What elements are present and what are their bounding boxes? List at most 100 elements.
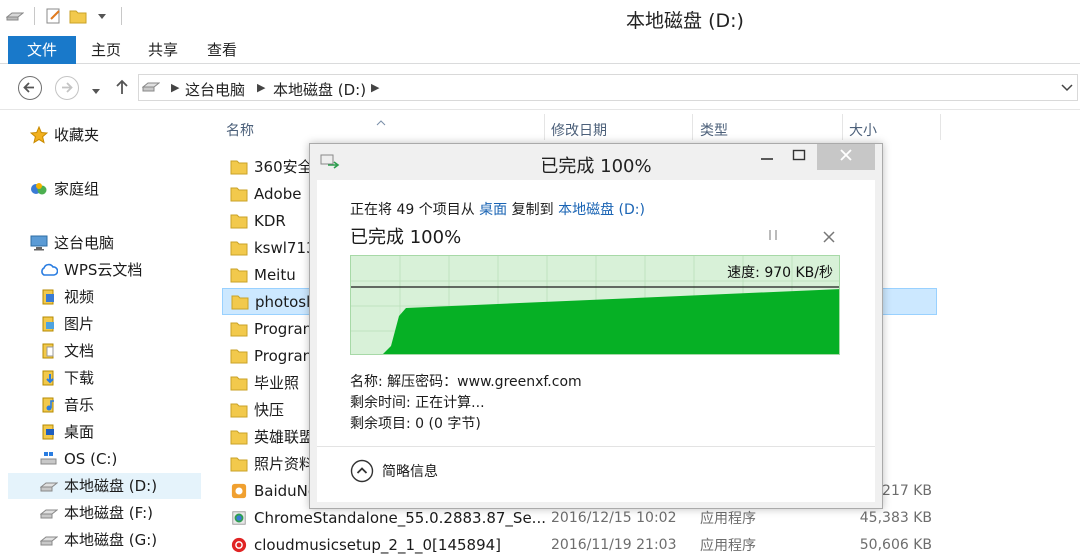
sidebar-item-drive-c[interactable]: OS (C:) <box>40 446 117 472</box>
sidebar-item-label: 下载 <box>64 369 95 387</box>
folder-icon <box>230 322 248 336</box>
tab-home[interactable]: 主页 <box>91 36 121 64</box>
ribbon-tabs: 文件 主页 共享 查看 <box>0 36 1080 64</box>
minimize-button[interactable] <box>756 144 778 170</box>
dialog-body: 正在将 49 个项目从 桌面 复制到 本地磁盘 (D:) 已完成 100% 速度… <box>317 180 875 446</box>
sidebar-item-drive-d[interactable]: 本地磁盘 (D:) <box>8 473 201 499</box>
column-header-size[interactable]: 大小 <box>849 120 877 140</box>
back-button[interactable] <box>18 76 42 100</box>
file-name: cloudmusicsetup_2_1_0[145894] <box>254 535 502 554</box>
navigation-bar: ▶ 这台电脑 ▶ 本地磁盘 (D:) ▶ <box>0 64 1080 110</box>
folder-icon <box>230 187 248 201</box>
sidebar-item-desktop[interactable]: 桌面 <box>40 419 94 445</box>
file-name: BaiduNe <box>254 481 318 500</box>
column-divider[interactable] <box>544 114 545 140</box>
column-header-name[interactable]: 名称 <box>226 120 254 140</box>
sidebar-item-homegroup[interactable]: 家庭组 <box>30 176 99 202</box>
drive-icon <box>39 477 59 495</box>
sidebar-item-label: 家庭组 <box>54 180 100 198</box>
less-info-label: 简略信息 <box>382 464 438 480</box>
file-name: KDR <box>254 211 286 230</box>
column-header-date[interactable]: 修改日期 <box>551 120 607 140</box>
close-icon <box>840 149 852 161</box>
source-link[interactable]: 桌面 <box>479 202 507 218</box>
file-name: 照片资料 <box>254 455 315 473</box>
windows-drive-icon <box>40 450 58 468</box>
speed-label: 速度: 970 KB/秒 <box>727 265 833 281</box>
minimize-icon <box>761 158 773 160</box>
destination-link[interactable]: 本地磁盘 (D:) <box>558 202 645 218</box>
window-title: 本地磁盘 (D:) <box>626 10 744 32</box>
file-row[interactable]: cloudmusicsetup_2_1_0[145894] 2016/11/19… <box>222 531 942 558</box>
maximize-button[interactable] <box>788 144 810 170</box>
folder-icon <box>230 214 248 228</box>
breadcrumb-drive-d[interactable]: 本地磁盘 (D:) <box>273 79 366 100</box>
column-header-type[interactable]: 类型 <box>700 120 728 140</box>
tab-file[interactable]: 文件 <box>8 36 76 64</box>
forward-arrow-icon <box>62 82 73 93</box>
column-divider[interactable] <box>842 114 843 140</box>
sidebar-item-music[interactable]: 音乐 <box>40 392 94 418</box>
navigation-pane: 收藏夹 家庭组 这台电脑 WPS云文档 视频 图片 文档 下载 音乐 桌面 OS… <box>0 110 210 560</box>
file-name: 英雄联盟 <box>254 428 315 446</box>
copy-progress-dialog: 已完成 100% 正在将 49 个项目从 桌面 复制到 本地磁盘 (D:) 已完… <box>309 143 883 509</box>
sidebar-item-label: 音乐 <box>64 396 95 414</box>
sidebar-item-label: 这台电脑 <box>54 234 115 252</box>
cancel-copy-button[interactable] <box>823 229 835 247</box>
pause-icon <box>769 230 777 240</box>
chevron-down-icon[interactable] <box>1061 78 1073 100</box>
folder-icon <box>230 403 248 417</box>
sidebar-item-label: 收藏夹 <box>54 126 100 144</box>
homegroup-icon <box>30 180 48 198</box>
sidebar-item-pictures[interactable]: 图片 <box>40 311 94 337</box>
sidebar-item-downloads[interactable]: 下载 <box>40 365 94 391</box>
time-remaining: 剩余时间: 正在计算... <box>350 395 485 411</box>
forward-button[interactable] <box>55 76 79 100</box>
chevron-right-icon[interactable]: ▶ <box>371 81 379 94</box>
sidebar-item-this-pc[interactable]: 这台电脑 <box>30 230 114 256</box>
sidebar-item-label: 本地磁盘 (G:) <box>64 531 158 549</box>
file-date: 2016/12/15 10:02 <box>551 509 677 526</box>
sidebar-item-videos[interactable]: 视频 <box>40 284 94 310</box>
chevron-right-icon[interactable]: ▶ <box>171 81 179 94</box>
sidebar-item-label: WPS云文档 <box>64 261 143 279</box>
close-icon <box>823 231 835 243</box>
file-name: photosl <box>255 292 311 311</box>
file-name: 快压 <box>254 401 285 419</box>
folder-icon <box>230 457 248 471</box>
library-videos-icon <box>40 288 58 306</box>
file-date: 2016/11/19 21:03 <box>551 536 677 553</box>
less-info-button[interactable]: 简略信息 <box>350 459 438 483</box>
address-bar[interactable]: ▶ 这台电脑 ▶ 本地磁盘 (D:) ▶ <box>138 74 1078 101</box>
file-type: 应用程序 <box>700 537 756 554</box>
folder-icon <box>230 430 248 444</box>
sidebar-item-wps-cloud[interactable]: WPS云文档 <box>40 257 142 283</box>
back-arrow-icon <box>23 82 34 93</box>
sidebar-item-documents[interactable]: 文档 <box>40 338 94 364</box>
folder-icon <box>230 268 248 282</box>
items-remaining: 剩余项目: 0 (0 字节) <box>350 416 481 432</box>
up-icon[interactable] <box>114 78 130 100</box>
column-divider[interactable] <box>940 114 941 140</box>
recent-locations-icon[interactable] <box>90 82 102 100</box>
folder-icon <box>231 295 249 309</box>
close-button[interactable] <box>817 144 875 170</box>
sidebar-item-label: OS (C:) <box>64 450 118 468</box>
breadcrumb-this-pc[interactable]: 这台电脑 <box>185 79 245 100</box>
chevron-right-icon[interactable]: ▶ <box>257 81 265 94</box>
dialog-footer: 简略信息 <box>317 446 875 502</box>
file-name: kswl713 <box>254 238 316 257</box>
file-size: 45,383 KB <box>859 509 932 526</box>
sidebar-item-drive-g[interactable]: 本地磁盘 (G:) <box>39 527 158 553</box>
maximize-icon <box>792 149 806 161</box>
column-divider[interactable] <box>692 114 693 140</box>
tab-share[interactable]: 共享 <box>148 36 178 64</box>
chrome-installer-icon <box>232 510 246 525</box>
sidebar-item-favorites[interactable]: 收藏夹 <box>29 122 100 148</box>
library-documents-icon <box>40 342 58 360</box>
pause-button[interactable] <box>767 228 779 246</box>
star-icon <box>29 125 49 144</box>
sidebar-item-drive-f[interactable]: 本地磁盘 (F:) <box>39 500 153 526</box>
file-name: 毕业照 <box>254 374 300 392</box>
tab-view[interactable]: 查看 <box>207 36 237 64</box>
